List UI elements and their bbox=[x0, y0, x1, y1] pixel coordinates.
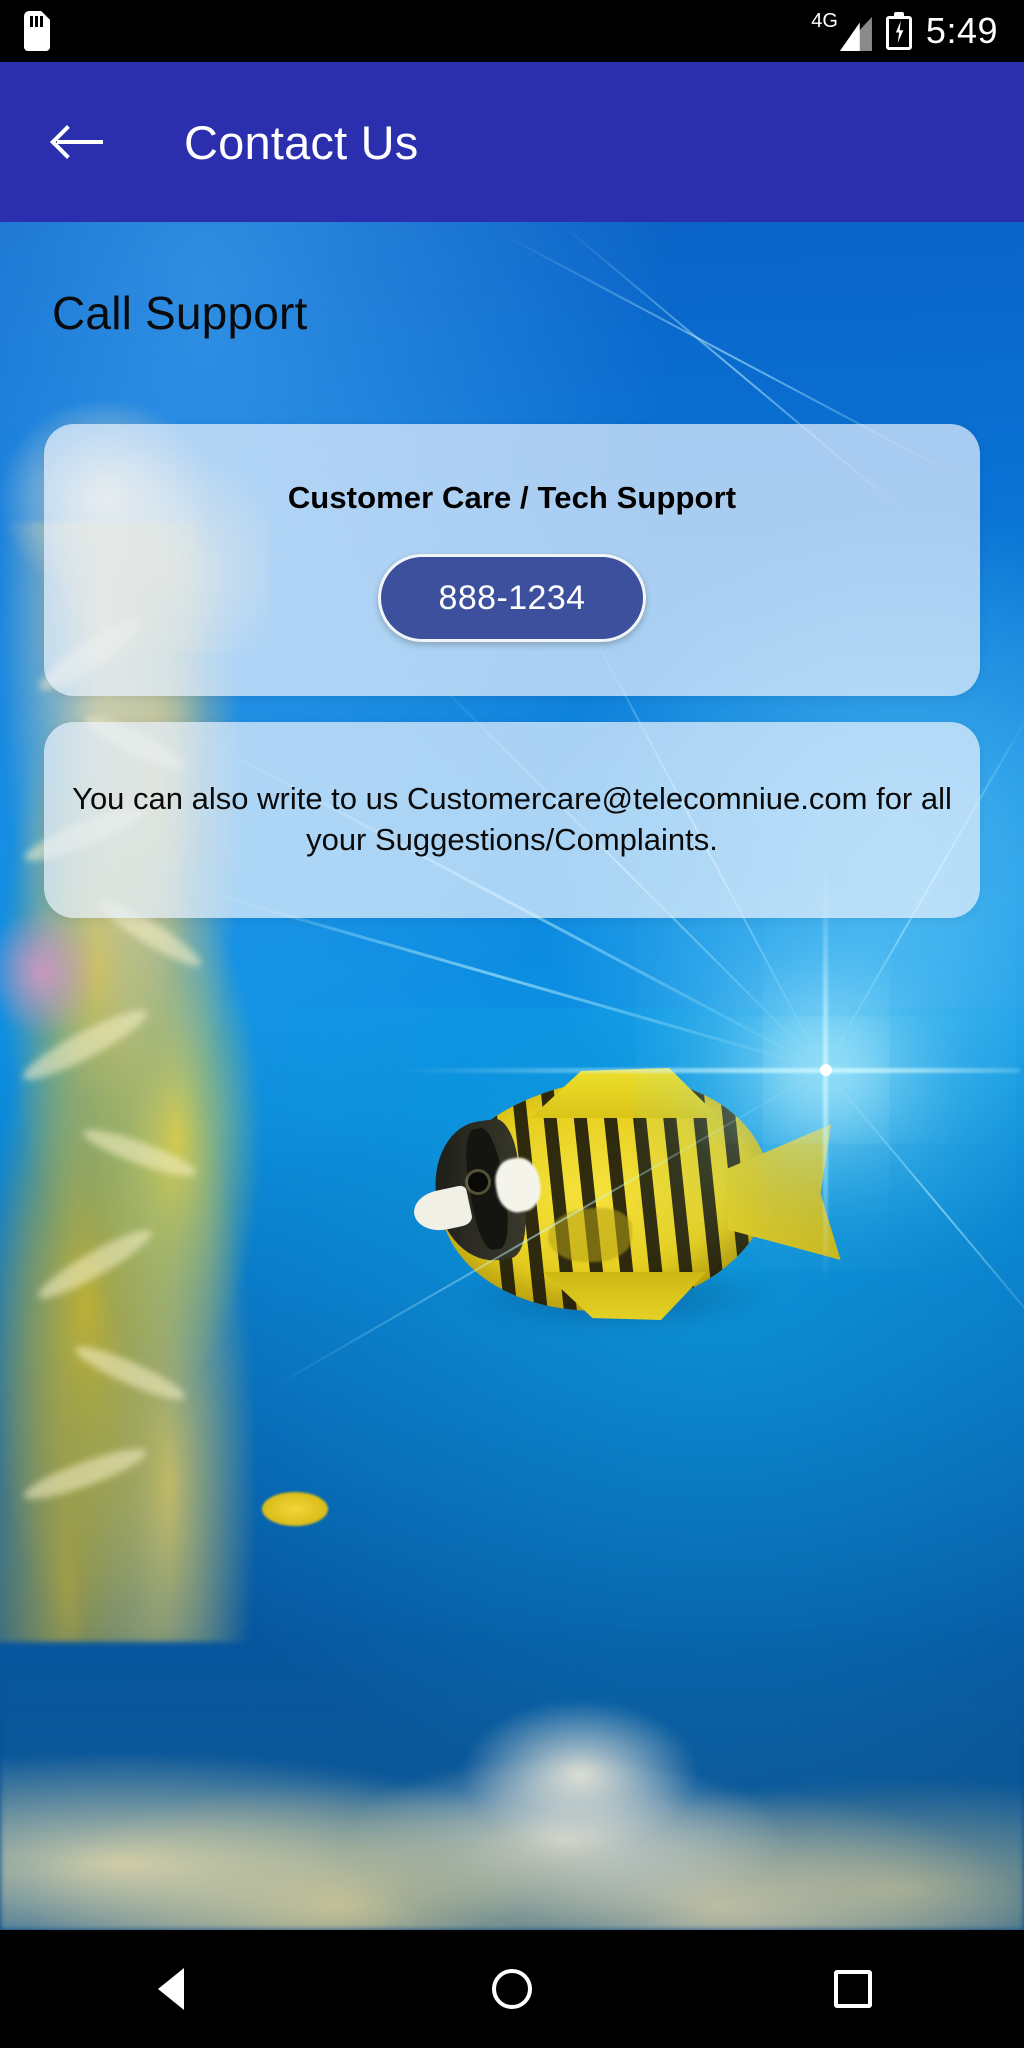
arrow-left-icon bbox=[50, 124, 105, 160]
phone-screen: 4G 5:49 Contact Us Call Support Customer… bbox=[0, 0, 1024, 2048]
network-status: 4G bbox=[811, 11, 872, 51]
email-info-card: You can also write to us Customercare@te… bbox=[44, 722, 980, 918]
fish-eye bbox=[468, 1172, 488, 1192]
nav-home-circle-icon bbox=[491, 1969, 532, 2009]
light-flare-core bbox=[820, 1064, 832, 1076]
content-area: Call Support Customer Care / Tech Suppor… bbox=[0, 222, 1024, 1930]
status-bar-clock: 5:49 bbox=[925, 10, 998, 51]
app-bar-title: Contact Us bbox=[184, 115, 419, 169]
page-title: Call Support bbox=[52, 287, 308, 339]
phone-number-label: 888-1234 bbox=[438, 578, 586, 617]
status-bar-left bbox=[24, 11, 50, 51]
light-flare-horizontal bbox=[400, 1068, 1020, 1073]
butterflyfish bbox=[400, 1062, 820, 1332]
status-bar-right: 4G 5:49 bbox=[811, 11, 998, 51]
signal-bars-icon bbox=[839, 17, 872, 51]
email-info-text: You can also write to us Customercare@te… bbox=[72, 781, 952, 857]
coral-rock-center bbox=[430, 1680, 730, 1870]
nav-home-button[interactable] bbox=[442, 1930, 582, 2048]
nav-recents-square-icon bbox=[834, 1970, 873, 2008]
sd-card-icon bbox=[24, 11, 50, 51]
network-type-label: 4G bbox=[811, 10, 838, 32]
nav-back-button[interactable] bbox=[101, 1930, 241, 2048]
call-card-title: Customer Care / Tech Support bbox=[287, 480, 737, 515]
app-bar: Contact Us bbox=[0, 62, 1024, 222]
small-fish bbox=[262, 1492, 328, 1526]
back-button[interactable] bbox=[32, 94, 128, 190]
status-bar: 4G 5:49 bbox=[0, 0, 1024, 62]
nav-recents-button[interactable] bbox=[783, 1930, 923, 2048]
system-navigation-bar bbox=[0, 1930, 1024, 2048]
nav-back-triangle-icon bbox=[157, 1968, 184, 2010]
call-support-card: Customer Care / Tech Support 888-1234 bbox=[44, 424, 980, 696]
fish-pectoral-fin bbox=[548, 1208, 632, 1262]
battery-charging-icon bbox=[885, 12, 912, 50]
phone-number-button[interactable]: 888-1234 bbox=[378, 554, 646, 642]
